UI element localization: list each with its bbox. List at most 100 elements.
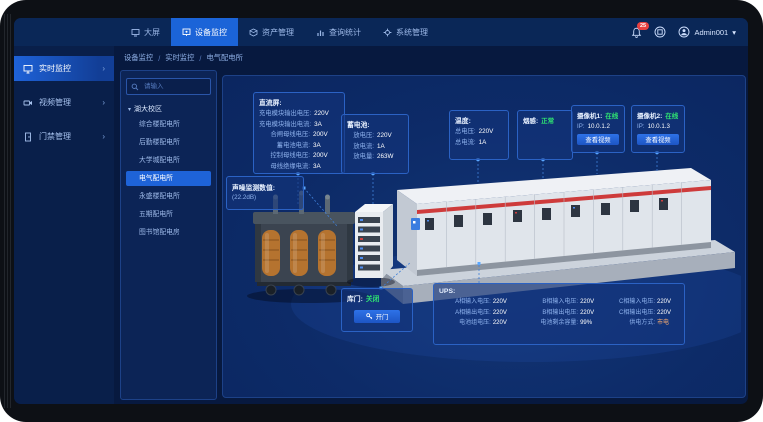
chevron-right-icon: ›: [102, 64, 105, 73]
metric-value: 220V: [314, 109, 339, 120]
panel-title: 直流屏:: [259, 97, 339, 107]
metric-value: 3A: [313, 141, 339, 152]
chevron-right-icon: ›: [102, 98, 105, 107]
door-panel: 库门:关闭 开门: [341, 288, 413, 332]
ip-value: 10.0.1.3: [648, 123, 670, 130]
camera2-panel: 摄像机2:在线 IP:10.0.1.3 查看视频: [631, 105, 685, 153]
metric-value: 99%: [580, 318, 602, 329]
metric-label: B相输入电压:: [523, 297, 578, 308]
smoke-sensor-panel: 烟感:正常: [517, 110, 573, 160]
tree-item[interactable]: 五期配电所: [126, 207, 211, 222]
chevron-right-icon: ›: [102, 132, 105, 141]
big-screen-icon: [131, 28, 140, 37]
fullscreen-icon[interactable]: [654, 26, 666, 38]
breadcrumb-level3[interactable]: 电气配电所: [206, 53, 242, 63]
metric-value: 220V: [479, 127, 503, 138]
open-door-button[interactable]: 开门: [354, 310, 400, 323]
tab-label: 系统管理: [396, 27, 428, 38]
metric-label: A相输入电压:: [439, 297, 491, 308]
metric-label: 电池剩余容量:: [523, 318, 578, 329]
metric-value: 220V: [580, 308, 602, 319]
equipment-3d-illustration: [231, 154, 741, 389]
metric-value: 1A: [479, 138, 503, 149]
tree-search-box: [126, 78, 211, 95]
tab-label: 设备监控: [195, 27, 227, 38]
ip-label: IP:: [577, 123, 585, 130]
breadcrumb-level2[interactable]: 实时监控: [165, 53, 194, 63]
metric-value: 220V: [580, 297, 602, 308]
nav-tabs: 大屏 设备监控 资产管理 查询统计 系统管理: [120, 18, 439, 46]
tree-root-node[interactable]: ▾ 湖大校区: [126, 104, 211, 114]
panel-title: 摄像机2:: [637, 110, 662, 120]
user-menu[interactable]: Admin001 ▾: [678, 26, 736, 38]
gear-icon: [383, 28, 392, 37]
tab-label: 资产管理: [262, 27, 294, 38]
metric-label: 合闸母线电压:: [259, 130, 310, 141]
metric-label: C相输出电压:: [610, 308, 655, 319]
battery-panel: 蓄电池: 放电压:220V 放电流:1A 放电量:263W: [341, 114, 409, 174]
panel-title: 摄像机1:: [577, 110, 602, 120]
tree-item[interactable]: 永盛楼配电所: [126, 189, 211, 204]
monitor-icon: [23, 64, 33, 74]
breadcrumb: 设备监控 / 实时监控 / 电气配电所: [124, 51, 243, 65]
panel-title: 蓄电池:: [347, 119, 403, 129]
navbar-right-tools: 25 Admin001 ▾: [631, 18, 736, 46]
tree-item-selected[interactable]: 电气配电所: [126, 171, 211, 186]
ups-metrics-grid: A相输入电压:220V B相输入电压:220V C相输入电压:220V A相输出…: [439, 297, 679, 329]
tree-item[interactable]: 图书馆配电房: [126, 225, 211, 240]
tab-label: 大屏: [144, 27, 160, 38]
breadcrumb-separator: /: [158, 54, 160, 63]
tab-system-management[interactable]: 系统管理: [372, 18, 439, 46]
notification-badge: 25: [637, 22, 648, 30]
ip-label: IP:: [637, 123, 645, 130]
noise-value: (22.2dB): [232, 194, 298, 201]
breadcrumb-separator: /: [199, 54, 201, 63]
notifications-button[interactable]: 25: [631, 26, 642, 38]
sidebar-item-label: 视频管理: [39, 97, 71, 108]
metric-value: 市电: [657, 318, 679, 329]
tree-item[interactable]: 大学城配电所: [126, 153, 211, 168]
search-input[interactable]: [142, 82, 206, 91]
device-frame: 大屏 设备监控 资产管理 查询统计 系统管理: [0, 0, 763, 422]
dashboard-app: 大屏 设备监控 资产管理 查询统计 系统管理: [14, 18, 748, 404]
sidebar-item-access-control[interactable]: 门禁管理 ›: [14, 124, 114, 149]
sidebar-item-label: 门禁管理: [39, 131, 71, 142]
status-badge: 在线: [665, 110, 678, 120]
device-monitor-icon: [182, 28, 191, 37]
tab-asset-management[interactable]: 资产管理: [238, 18, 305, 46]
metric-value: 220V: [493, 318, 515, 329]
breadcrumb-level1[interactable]: 设备监控: [124, 53, 153, 63]
metric-label: 放电流:: [347, 142, 374, 153]
video-camera-icon: [23, 98, 33, 108]
metric-label: 放电压:: [347, 131, 374, 142]
left-sidebar: 实时监控 › 视频管理 › 门禁管理 ›: [14, 46, 114, 404]
power-room-view: 直流屏: 充电模块输出电压:220V 充电模块输出电流:3A 合闸母线电压:20…: [222, 75, 746, 398]
dc-screen-panel: 直流屏: 充电模块输出电压:220V 充电模块输出电流:3A 合闸母线电压:20…: [253, 92, 345, 174]
frame-edge-decoration: [4, 14, 13, 408]
view-video-button[interactable]: 查看视频: [637, 134, 679, 145]
key-icon: [366, 313, 373, 320]
panel-title: UPS:: [439, 288, 679, 295]
tree-item[interactable]: 综合楼配电所: [126, 117, 211, 132]
tree-root-label: 湖大校区: [134, 104, 162, 114]
username: Admin001: [694, 28, 728, 37]
metric-label: 母线绝缘电流:: [259, 162, 310, 173]
metric-value: 220V: [657, 297, 679, 308]
tab-query-statistics[interactable]: 查询统计: [305, 18, 372, 46]
metric-value: 3A: [313, 162, 339, 173]
tab-device-monitor[interactable]: 设备监控: [171, 18, 238, 46]
ups-panel: UPS: A相输入电压:220V B相输入电压:220V C相输入电压:220V…: [433, 283, 685, 345]
metric-label: 放电量:: [347, 152, 374, 163]
avatar-icon: [678, 26, 690, 38]
metric-value: 200V: [313, 151, 339, 162]
sidebar-item-video-management[interactable]: 视频管理 ›: [14, 90, 114, 115]
statistics-icon: [316, 28, 325, 37]
sidebar-item-realtime-monitor[interactable]: 实时监控 ›: [14, 56, 114, 81]
tree-item[interactable]: 后勤楼配电所: [126, 135, 211, 150]
tab-big-screen[interactable]: 大屏: [120, 18, 171, 46]
metric-label: 总电流:: [455, 138, 476, 149]
metric-label: 电池组电压:: [439, 318, 491, 329]
mains-panel: 温度: 总电压:220V 总电流:1A: [449, 110, 509, 160]
view-video-button[interactable]: 查看视频: [577, 134, 619, 145]
open-door-label: 开门: [376, 312, 389, 321]
